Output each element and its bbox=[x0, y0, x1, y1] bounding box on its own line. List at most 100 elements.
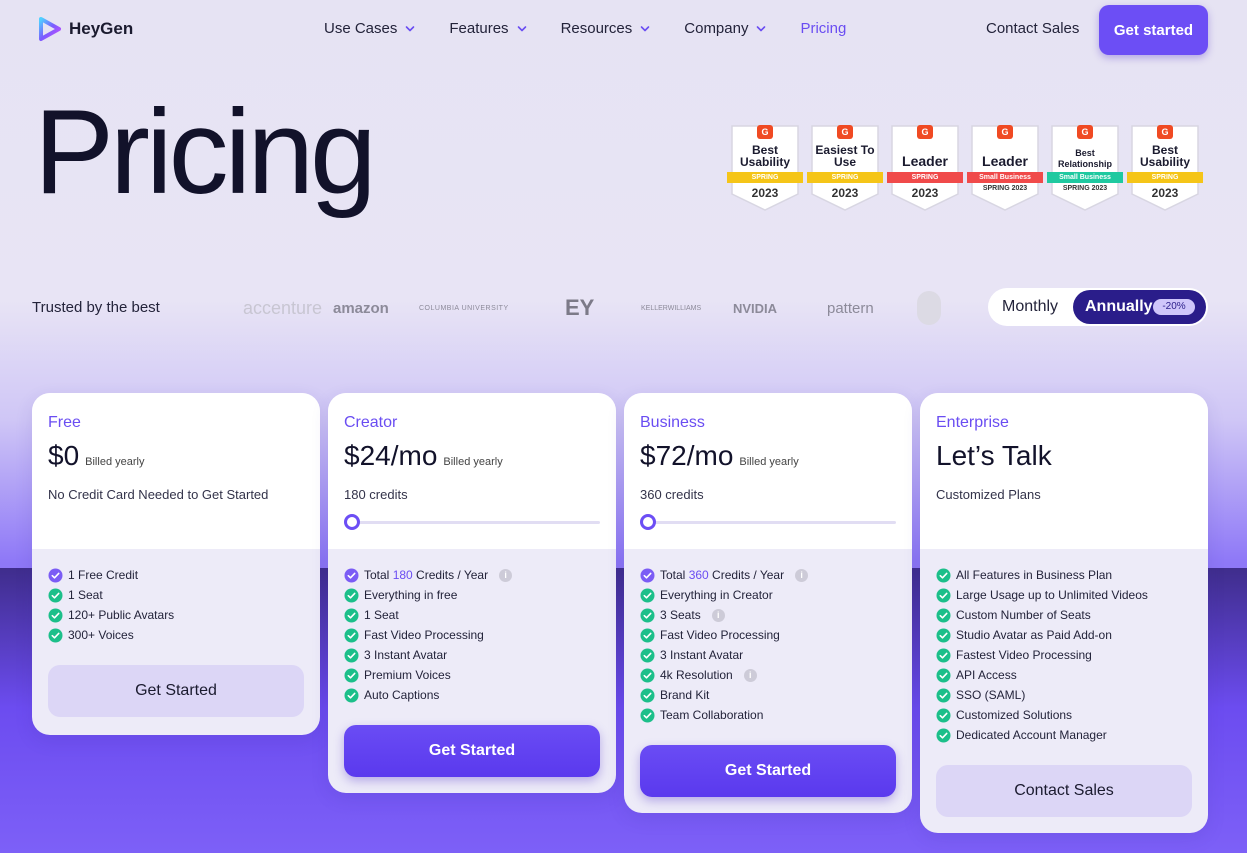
billing-note: Billed yearly bbox=[739, 456, 799, 468]
free-cta-button[interactable]: Get Started bbox=[48, 665, 304, 717]
feature-item: Large Usage up to Unlimited Videos bbox=[936, 585, 1148, 605]
feature-highlight: 180 bbox=[392, 568, 413, 582]
g2-badge: G Best Relationship Small Business SPRING 2… bbox=[1047, 124, 1123, 212]
badge-season: SPRING 2023 bbox=[982, 185, 1028, 192]
feature-item: Everything in Creator bbox=[640, 585, 808, 605]
feature-item: Team Collaboration bbox=[640, 705, 808, 725]
badge-year: 2023 bbox=[911, 186, 939, 200]
plan-price: $72/mo Billed yearly bbox=[640, 440, 799, 472]
g2-badge: G Leader SPRING 2023 bbox=[887, 124, 963, 212]
feature-item: Brand Kit bbox=[640, 685, 808, 705]
nav-item-features[interactable]: Features bbox=[449, 20, 526, 37]
billing-note: Billed yearly bbox=[85, 456, 145, 468]
nav-item-pricing[interactable]: Pricing bbox=[800, 20, 846, 37]
brand-name: HeyGen bbox=[69, 19, 134, 38]
business-cta-button[interactable]: Get Started bbox=[640, 745, 896, 797]
feature-text: Total 360 Credits / Year bbox=[660, 568, 784, 582]
logo-nvidia: NVIDIA bbox=[733, 300, 778, 316]
feature-text: Fast Video Processing bbox=[364, 628, 484, 642]
feature-item: Dedicated Account Manager bbox=[936, 725, 1148, 745]
feature-text: 1 Seat bbox=[364, 608, 399, 622]
feature-list: Total 180 Credits / Year i Everything in f… bbox=[344, 565, 513, 705]
check-icon bbox=[344, 688, 359, 702]
check-icon bbox=[936, 668, 951, 682]
feature-item: 1 Seat bbox=[48, 585, 174, 605]
annually-label: Annually bbox=[1085, 298, 1153, 315]
nav-item-label: Company bbox=[684, 20, 749, 37]
nav-item-resources[interactable]: Resources bbox=[561, 20, 651, 37]
feature-text: All Features in Business Plan bbox=[956, 568, 1113, 582]
feature-item: Total 360 Credits / Year i bbox=[640, 565, 809, 585]
nav-item-use-cases[interactable]: Use Cases bbox=[324, 20, 415, 37]
check-icon bbox=[344, 628, 359, 642]
plan-name: Free bbox=[48, 414, 81, 431]
slider-handle[interactable] bbox=[344, 514, 360, 530]
feature-item: Premium Voices bbox=[344, 665, 512, 685]
info-icon[interactable]: i bbox=[711, 608, 725, 622]
badge-ribbon: SPRING bbox=[807, 172, 883, 183]
plan-name: Enterprise bbox=[936, 414, 1009, 431]
feature-text: Auto Captions bbox=[364, 688, 440, 702]
feature-text: Brand Kit bbox=[660, 688, 710, 702]
info-icon[interactable]: i bbox=[743, 668, 757, 682]
page-title: Pricing bbox=[34, 85, 377, 219]
logo-ey: EY bbox=[565, 295, 595, 320]
nav-item-label: Use Cases bbox=[324, 20, 398, 37]
trusted-label: Trusted by the best bbox=[32, 299, 160, 316]
credits-slider[interactable] bbox=[640, 514, 896, 530]
chevron-down-icon bbox=[757, 25, 766, 31]
plan-header: Enterprise Let’s Talk Customized Plans bbox=[920, 393, 1208, 549]
monthly-option[interactable]: Monthly bbox=[1002, 298, 1058, 316]
feature-item: 300+ Voices bbox=[48, 625, 174, 645]
badge-ribbon: Small Business bbox=[1047, 172, 1123, 183]
get-started-button[interactable]: Get started bbox=[1099, 5, 1208, 55]
feature-item: 3 Seats i bbox=[640, 605, 808, 625]
feature-text-pre: Total bbox=[660, 568, 689, 582]
check-icon bbox=[48, 628, 63, 642]
feature-item: Studio Avatar as Paid Add-on bbox=[936, 625, 1148, 645]
price-value: $72/mo bbox=[640, 440, 734, 471]
check-icon bbox=[936, 568, 951, 582]
brand-logo[interactable]: HeyGen bbox=[37, 16, 133, 42]
check-icon bbox=[48, 568, 63, 582]
plan-card-enterprise: Enterprise Let’s Talk Customized Plans All … bbox=[920, 393, 1208, 833]
annually-option[interactable]: Annually -20% bbox=[1073, 290, 1206, 324]
creator-cta-button[interactable]: Get Started bbox=[344, 725, 600, 777]
badge-title: Best Relationship bbox=[1057, 148, 1112, 169]
check-icon bbox=[344, 648, 359, 662]
feature-text: Large Usage up to Unlimited Videos bbox=[956, 588, 1148, 602]
feature-text-post: Credits / Year bbox=[412, 568, 489, 582]
contact-sales-link[interactable]: Contact Sales bbox=[986, 20, 1079, 37]
credits-slider[interactable] bbox=[344, 514, 600, 530]
nav-item-label: Resources bbox=[560, 20, 633, 37]
heygen-logo-icon bbox=[39, 17, 61, 41]
info-icon[interactable]: i bbox=[499, 568, 513, 582]
feature-text: 120+ Public Avatars bbox=[68, 608, 175, 622]
feature-text: 1 Seat bbox=[68, 588, 103, 602]
g2-logo-icon: G bbox=[1157, 125, 1173, 139]
feature-text: SSO (SAML) bbox=[956, 688, 1026, 702]
feature-text: 4k Resolution bbox=[660, 668, 733, 682]
slider-handle[interactable] bbox=[640, 514, 656, 530]
nav-item-company[interactable]: Company bbox=[684, 20, 766, 37]
feature-text: 3 Seats bbox=[660, 608, 701, 622]
feature-text-pre: Total bbox=[364, 568, 393, 582]
top-nav: HeyGen Use Cases Features Resources Company… bbox=[0, 0, 1247, 60]
feature-text: API Access bbox=[956, 668, 1017, 682]
info-icon[interactable]: i bbox=[795, 568, 809, 582]
badge-title: Best Usability bbox=[1139, 143, 1190, 169]
enterprise-cta-button[interactable]: Contact Sales bbox=[936, 765, 1192, 817]
feature-item: SSO (SAML) bbox=[936, 685, 1148, 705]
feature-item: Fastest Video Processing bbox=[936, 645, 1148, 665]
check-icon bbox=[344, 588, 359, 602]
g2-badge: G Best Usability SPRING 2023 bbox=[1127, 124, 1203, 212]
feature-item: Customized Solutions bbox=[936, 705, 1148, 725]
check-icon bbox=[344, 668, 359, 682]
check-icon bbox=[936, 608, 951, 622]
price-value: $24/mo bbox=[344, 440, 438, 471]
feature-item: 120+ Public Avatars bbox=[48, 605, 174, 625]
badge-ribbon: SPRING bbox=[887, 172, 963, 183]
feature-list: 1 Free Credit 1 Seat 120+ Public Avatars 30… bbox=[48, 565, 174, 645]
feature-text-post: Credits / Year bbox=[708, 568, 785, 582]
check-icon bbox=[936, 728, 951, 742]
